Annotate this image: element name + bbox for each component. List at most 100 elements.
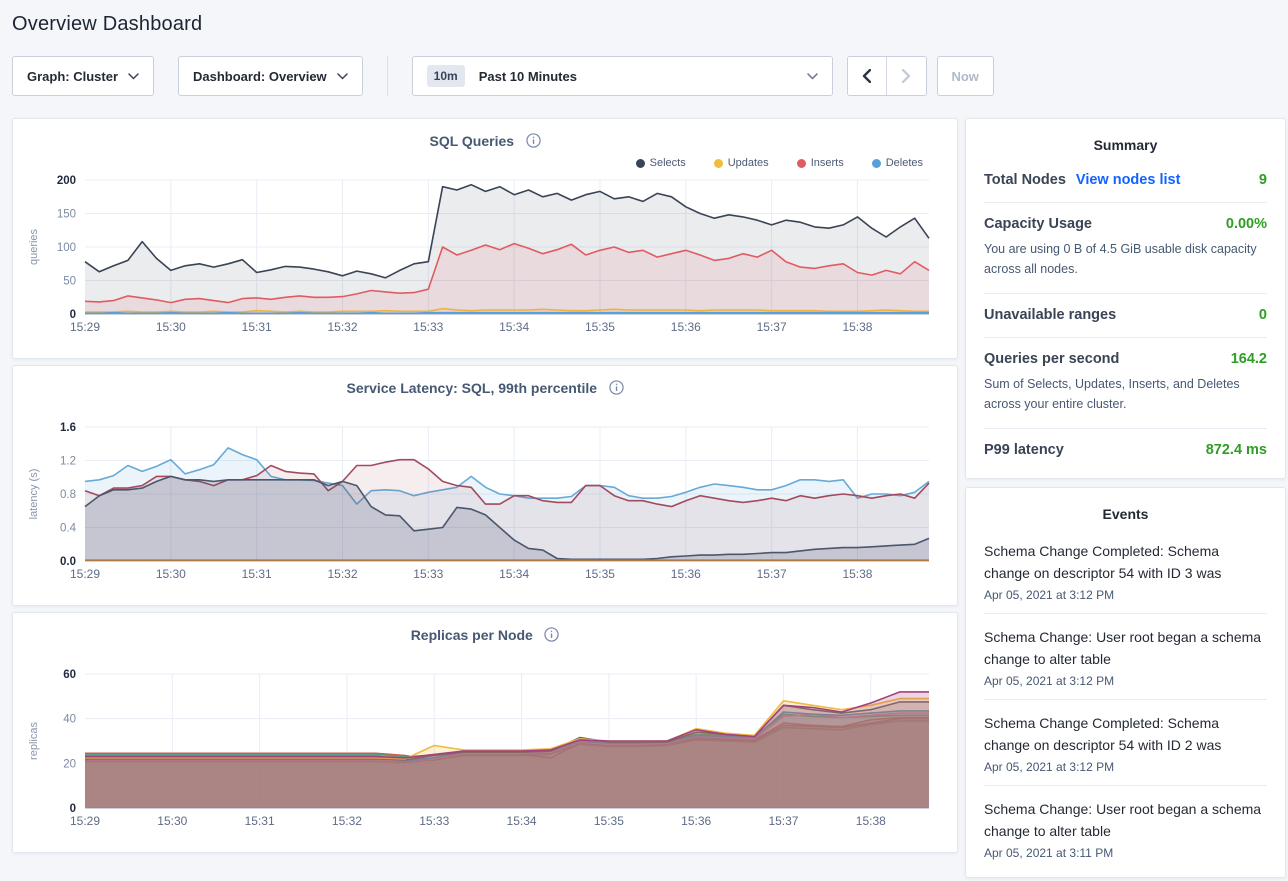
- sql-queries-panel: SQL Queries Selects Updates Inserts Deletes…: [12, 118, 958, 359]
- svg-text:15:38: 15:38: [842, 567, 872, 581]
- charts-column: SQL Queries Selects Updates Inserts Deletes…: [12, 118, 958, 859]
- svg-text:15:37: 15:37: [757, 567, 787, 581]
- legend-item-selects[interactable]: Selects: [636, 157, 686, 169]
- chart-header: SQL Queries: [21, 132, 949, 154]
- chart-title: Service Latency: SQL, 99th percentile: [347, 380, 598, 396]
- svg-text:15:33: 15:33: [413, 320, 443, 334]
- summary-row: Total Nodes View nodes list 9: [984, 159, 1267, 202]
- chevron-right-icon: [902, 69, 911, 83]
- time-next-button[interactable]: [887, 57, 926, 95]
- replicas-per-node-panel: Replicas per Node 15:2915:3015:3115:3215…: [12, 612, 958, 853]
- legend-item-inserts[interactable]: Inserts: [797, 157, 844, 169]
- event-text[interactable]: Schema Change: User root began a schema …: [984, 798, 1267, 842]
- legend-dot: [872, 159, 881, 168]
- svg-text:15:32: 15:32: [327, 320, 357, 334]
- svg-text:60: 60: [63, 669, 76, 681]
- svg-text:15:33: 15:33: [413, 567, 443, 581]
- chevron-down-icon: [807, 73, 818, 80]
- summary-row-value: 9: [1259, 172, 1267, 188]
- dashboard-dropdown[interactable]: Dashboard: Overview: [178, 56, 363, 96]
- summary-panel: Summary Total NodesView nodes list9Capac…: [965, 118, 1286, 479]
- summary-row: P99 latency872.4 ms: [984, 428, 1267, 472]
- time-prev-button[interactable]: [848, 57, 887, 95]
- events-list: Schema Change Completed: Schema change o…: [984, 528, 1267, 871]
- summary-row-label: Capacity Usage: [984, 216, 1092, 232]
- svg-text:15:31: 15:31: [242, 320, 272, 334]
- svg-text:1.6: 1.6: [60, 422, 76, 434]
- svg-text:15:37: 15:37: [757, 320, 787, 334]
- service-latency-panel: Service Latency: SQL, 99th percentile 15…: [12, 365, 958, 606]
- legend-label: Deletes: [886, 157, 923, 169]
- graph-dropdown-label: Graph: Cluster: [27, 69, 118, 84]
- svg-text:15:36: 15:36: [681, 814, 711, 828]
- events-title: Events: [984, 506, 1267, 522]
- svg-text:15:30: 15:30: [157, 814, 187, 828]
- time-range-badge: 10m: [427, 65, 465, 87]
- svg-text:0: 0: [70, 309, 76, 321]
- summary-row-description: Sum of Selects, Updates, Inserts, and De…: [984, 374, 1267, 414]
- info-icon[interactable]: [609, 380, 624, 395]
- chart-title: SQL Queries: [429, 133, 514, 149]
- legend-item-deletes[interactable]: Deletes: [872, 157, 923, 169]
- svg-text:200: 200: [57, 175, 76, 187]
- svg-text:15:35: 15:35: [585, 567, 615, 581]
- summary-row-label: Unavailable ranges: [984, 307, 1116, 323]
- svg-text:15:29: 15:29: [70, 814, 100, 828]
- info-icon[interactable]: [544, 627, 559, 642]
- now-button-label: Now: [951, 69, 978, 84]
- view-nodes-link[interactable]: View nodes list: [1076, 172, 1181, 188]
- svg-text:15:38: 15:38: [842, 320, 872, 334]
- svg-text:15:30: 15:30: [156, 567, 186, 581]
- event-item: Schema Change Completed: Schema change o…: [984, 699, 1267, 785]
- summary-row: Unavailable ranges 0: [984, 293, 1267, 337]
- event-text[interactable]: Schema Change Completed: Schema change o…: [984, 712, 1267, 756]
- legend-dot: [797, 159, 806, 168]
- svg-text:1.2: 1.2: [60, 456, 76, 468]
- legend-dot: [636, 159, 645, 168]
- svg-text:0.4: 0.4: [60, 523, 77, 535]
- time-range-picker[interactable]: 10m Past 10 Minutes: [412, 56, 833, 96]
- summary-row-label: Total Nodes: [984, 172, 1066, 188]
- svg-text:latency (s): latency (s): [28, 469, 40, 520]
- sidebar: Summary Total NodesView nodes list9Capac…: [965, 118, 1286, 878]
- sql-queries-chart[interactable]: 15:2915:3015:3115:3215:3315:3415:3515:36…: [21, 172, 951, 338]
- svg-text:15:32: 15:32: [332, 814, 362, 828]
- svg-text:15:29: 15:29: [70, 320, 100, 334]
- event-text[interactable]: Schema Change: User root began a schema …: [984, 626, 1267, 670]
- graph-dropdown[interactable]: Graph: Cluster: [12, 56, 154, 96]
- summary-row-value: 0: [1259, 307, 1267, 323]
- summary-rows: Total Nodes View nodes list 9 Capacity Usag…: [984, 159, 1267, 472]
- svg-text:0.0: 0.0: [60, 556, 76, 568]
- service-latency-chart[interactable]: 15:2915:3015:3115:3215:3315:3415:3515:36…: [21, 419, 951, 585]
- chevron-down-icon: [128, 73, 139, 80]
- event-item: Schema Change: User root began a schema …: [984, 785, 1267, 871]
- svg-text:15:34: 15:34: [507, 814, 537, 828]
- info-icon[interactable]: [526, 133, 541, 148]
- dashboard-content: SQL Queries Selects Updates Inserts Deletes…: [12, 118, 1288, 878]
- chevron-down-icon: [337, 73, 348, 80]
- chart-legend: [21, 648, 949, 666]
- event-text[interactable]: Schema Change Completed: Schema change o…: [984, 540, 1267, 584]
- svg-text:queries: queries: [28, 228, 40, 265]
- svg-text:0.8: 0.8: [60, 489, 76, 501]
- legend-item-updates[interactable]: Updates: [714, 157, 769, 169]
- summary-row: Capacity Usage0.00%You are using 0 B of …: [984, 202, 1267, 293]
- chart-title: Replicas per Node: [411, 627, 533, 643]
- time-nav-group: [847, 56, 927, 96]
- toolbar-divider: [387, 56, 388, 96]
- summary-row: Queries per second164.2Sum of Selects, U…: [984, 337, 1267, 428]
- svg-text:100: 100: [57, 242, 76, 254]
- svg-text:15:35: 15:35: [594, 814, 624, 828]
- summary-row-label: Queries per second: [984, 351, 1119, 367]
- summary-row-description: You are using 0 B of 4.5 GiB usable disk…: [984, 239, 1267, 279]
- page-header: Overview Dashboard: [0, 13, 1288, 36]
- replicas-per-node-chart[interactable]: 15:2915:3015:3115:3215:3315:3415:3515:36…: [21, 666, 951, 832]
- svg-text:40: 40: [63, 714, 76, 726]
- event-timestamp: Apr 05, 2021 at 3:11 PM: [984, 846, 1267, 860]
- svg-text:15:35: 15:35: [585, 320, 615, 334]
- now-button[interactable]: Now: [937, 56, 994, 96]
- chart-header: Service Latency: SQL, 99th percentile: [21, 379, 949, 401]
- chart-legend: [21, 401, 949, 419]
- event-item: Schema Change Completed: Schema change o…: [984, 528, 1267, 613]
- svg-text:15:37: 15:37: [768, 814, 798, 828]
